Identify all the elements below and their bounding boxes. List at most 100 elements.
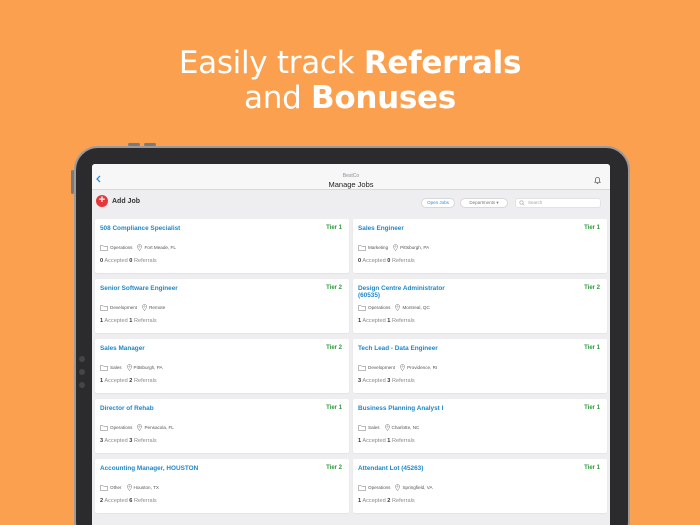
- folder-icon: [358, 364, 366, 371]
- job-meta: Operations Springfield, VA: [358, 484, 433, 491]
- add-job-label: Add Job: [112, 197, 140, 205]
- camera-dot: [79, 382, 85, 388]
- location-label: Fort Meade, FL: [144, 245, 176, 250]
- location-label: Montreal, QC: [402, 305, 430, 310]
- job-meta: Operations Fort Meade, FL: [100, 244, 176, 251]
- navigation-bar: BestCo Manage Jobs: [92, 164, 610, 190]
- job-card[interactable]: Design Centre Administrator (60535) Tier…: [353, 279, 607, 333]
- referrals-label: Referrals: [133, 318, 157, 324]
- camera-dot: [79, 369, 85, 375]
- department-label: Development: [368, 365, 396, 370]
- location-pin-icon: [137, 424, 143, 431]
- accepted-count: 0: [100, 258, 104, 264]
- referrals-count: 2: [387, 498, 391, 504]
- referrals-count: 0: [387, 258, 391, 264]
- accepted-label: Accepted: [104, 438, 128, 444]
- tier-badge: Tier 2: [584, 285, 600, 291]
- job-meta: Other Houston, TX: [100, 484, 159, 491]
- folder-icon: [358, 304, 366, 311]
- accepted-label: Accepted: [362, 258, 386, 264]
- job-card[interactable]: 508 Compliance Specialist Tier 1 Operati…: [95, 219, 349, 273]
- job-title[interactable]: Design Centre Administrator (60535): [358, 285, 468, 299]
- referrals-count: 0: [129, 258, 133, 264]
- department-label: Other: [110, 485, 122, 490]
- job-title[interactable]: Sales Manager: [100, 345, 210, 359]
- tier-badge: Tier 1: [584, 345, 600, 351]
- job-title[interactable]: Senior Software Engineer: [100, 285, 210, 299]
- folder-icon: [100, 244, 108, 251]
- referral-stats: 1 Accepted 2 Referrals: [358, 498, 415, 504]
- referrals-label: Referrals: [391, 378, 415, 384]
- app-screen: BestCo Manage Jobs + Add Job Open Jobs D…: [92, 164, 610, 525]
- job-card[interactable]: Senior Software Engineer Tier 2 Developm…: [95, 279, 349, 333]
- job-meta: Sales Pittsburgh, PA: [100, 364, 163, 371]
- folder-icon: [100, 484, 108, 491]
- accepted-label: Accepted: [104, 378, 128, 384]
- department-label: Development: [110, 305, 138, 310]
- headline-line-1: Easily track Referrals: [0, 46, 700, 80]
- job-card[interactable]: Director of Rehab Tier 1 Operations Pens…: [95, 399, 349, 453]
- accepted-count: 2: [100, 498, 104, 504]
- page-title: Manage Jobs: [328, 180, 374, 189]
- referrals-label: Referrals: [133, 378, 157, 384]
- job-title[interactable]: Business Planning Analyst I: [358, 405, 468, 419]
- location-label: Pensacola, FL: [144, 425, 174, 430]
- location-pin-icon: [395, 484, 401, 491]
- folder-icon: [100, 304, 108, 311]
- referral-stats: 1 Accepted 1 Referrals: [358, 318, 415, 324]
- chevron-down-icon: ▾: [496, 200, 499, 205]
- tier-badge: Tier 1: [584, 405, 600, 411]
- headline-text: and: [244, 80, 312, 116]
- referrals-label: Referrals: [391, 498, 415, 504]
- location-label: Springfield, VA: [402, 485, 433, 490]
- job-card[interactable]: Tech Lead - Data Engineer Tier 1 Develop…: [353, 339, 607, 393]
- referral-stats: 3 Accepted 3 Referrals: [100, 438, 157, 444]
- job-card[interactable]: Business Planning Analyst I Tier 1 Sales…: [353, 399, 607, 453]
- tier-badge: Tier 1: [326, 405, 342, 411]
- location-pin-icon: [395, 304, 401, 311]
- referral-stats: 1 Accepted 2 Referrals: [100, 378, 157, 384]
- add-job-button[interactable]: + Add Job: [96, 195, 140, 207]
- folder-icon: [100, 424, 108, 431]
- departments-dropdown[interactable]: Departments ▾: [460, 198, 508, 208]
- location-label: Providence, RI: [407, 365, 438, 370]
- department-label: Operations: [110, 425, 133, 430]
- accepted-label: Accepted: [104, 258, 128, 264]
- bell-icon[interactable]: [593, 176, 602, 185]
- referral-stats: 2 Accepted 6 Referrals: [100, 498, 157, 504]
- referrals-label: Referrals: [133, 258, 157, 264]
- job-card[interactable]: Accounting Manager, HOUSTON Tier 2 Other…: [95, 459, 349, 513]
- job-card[interactable]: Attendant Lot (45263) Tier 1 Operations …: [353, 459, 607, 513]
- job-title[interactable]: Tech Lead - Data Engineer: [358, 345, 468, 359]
- job-card[interactable]: Sales Manager Tier 2 Sales Pittsburgh, P…: [95, 339, 349, 393]
- toolbar: + Add Job Open Jobs Departments ▾ Search: [92, 190, 610, 216]
- referrals-count: 3: [129, 438, 133, 444]
- job-title[interactable]: Accounting Manager, HOUSTON: [100, 465, 210, 479]
- company-name: BestCo: [342, 173, 360, 179]
- accepted-label: Accepted: [104, 498, 128, 504]
- folder-icon: [100, 364, 108, 371]
- search-icon: [519, 200, 525, 206]
- location-label: Remote: [149, 305, 166, 310]
- tier-badge: Tier 1: [584, 225, 600, 231]
- folder-icon: [358, 484, 366, 491]
- job-title[interactable]: Director of Rehab: [100, 405, 210, 419]
- accepted-label: Accepted: [362, 378, 386, 384]
- open-jobs-filter[interactable]: Open Jobs: [421, 198, 455, 208]
- accepted-label: Accepted: [362, 498, 386, 504]
- tier-badge: Tier 1: [326, 225, 342, 231]
- department-label: Sales: [368, 425, 380, 430]
- accepted-count: 1: [358, 498, 362, 504]
- location-pin-icon: [126, 484, 132, 491]
- referrals-count: 3: [387, 378, 391, 384]
- department-label: Operations: [110, 245, 133, 250]
- accepted-count: 1: [100, 378, 104, 384]
- search-input[interactable]: Search: [515, 198, 601, 208]
- job-title[interactable]: Sales Engineer: [358, 225, 468, 239]
- department-label: Operations: [368, 485, 391, 490]
- job-title[interactable]: 508 Compliance Specialist: [100, 225, 210, 239]
- job-card[interactable]: Sales Engineer Tier 1 Marketing Pittsbur…: [353, 219, 607, 273]
- department-label: Operations: [368, 305, 391, 310]
- job-title[interactable]: Attendant Lot (45263): [358, 465, 468, 479]
- location-label: Charlotte, NC: [391, 425, 420, 430]
